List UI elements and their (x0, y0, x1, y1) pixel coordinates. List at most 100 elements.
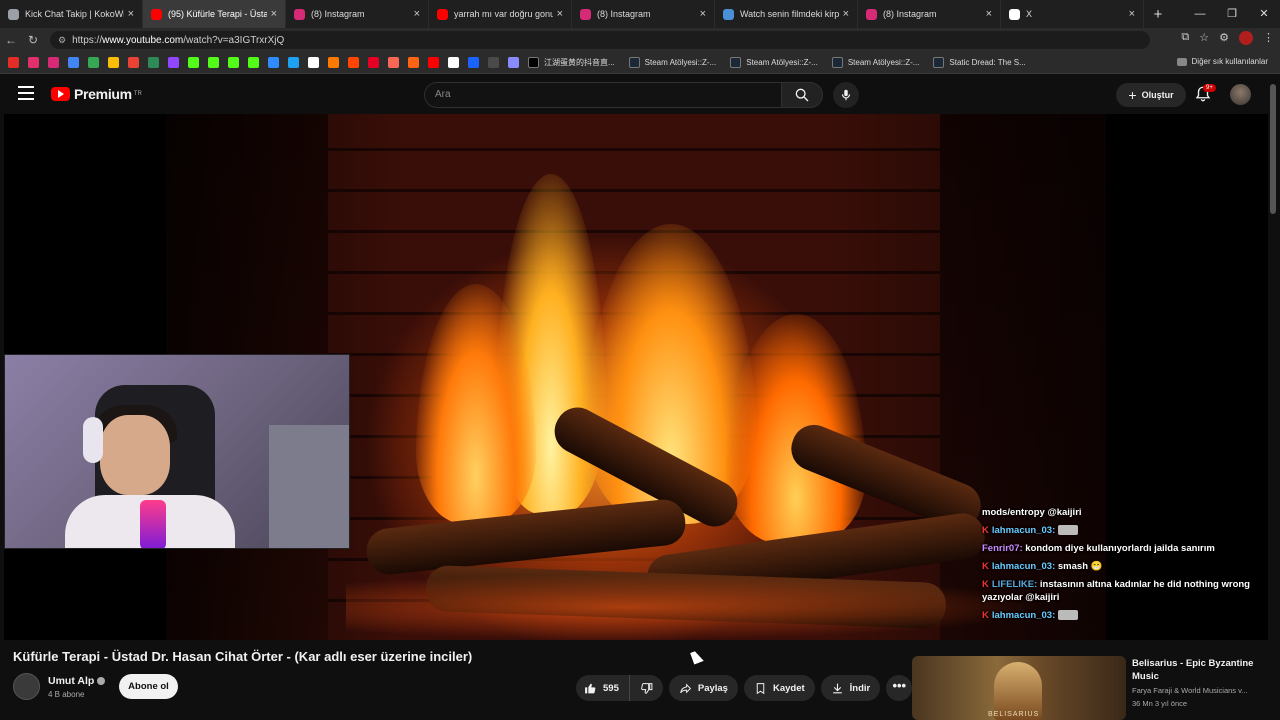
close-tab-icon[interactable]: × (557, 8, 563, 20)
bookmark-favicon-icon[interactable] (508, 57, 519, 68)
bookmark-favicon-icon[interactable] (488, 57, 499, 68)
menu-icon[interactable] (18, 86, 34, 100)
youtube-icon (437, 8, 448, 20)
bookmark-favicon-icon[interactable] (468, 57, 479, 68)
chat-user: Fenrir07: (982, 543, 1023, 554)
page-scrollbar[interactable] (1270, 84, 1276, 214)
tab-title: Kick Chat Takip | KokoWich (25, 9, 124, 19)
like-button[interactable]: 595 (576, 675, 630, 701)
bookmark-favicon-icon[interactable] (28, 57, 39, 68)
bookmark-favicon-icon[interactable] (8, 57, 19, 68)
browser-tab[interactable]: (95) Küfürle Terapi - Üstad × (143, 0, 286, 28)
bookmark-favicon-icon[interactable] (228, 57, 239, 68)
video-player[interactable]: mods/entropy @kaijiri Klahmacun_03: Fenr… (4, 114, 1268, 640)
dislike-button[interactable] (630, 675, 663, 701)
new-tab-button[interactable]: + (1144, 6, 1172, 23)
url-field[interactable]: ⚙ https://www.youtube.com/watch?v=a3IGTr… (50, 31, 1150, 49)
browser-tab[interactable]: (8) Instagram × (572, 0, 715, 28)
tab-title: yarrah mı var doğru gonuşüy (454, 9, 553, 19)
search-input[interactable]: Ara (424, 82, 781, 108)
menu-icon[interactable]: ⋮ (1263, 31, 1274, 48)
close-tab-icon[interactable]: × (843, 8, 849, 20)
stream-chat-overlay: mods/entropy @kaijiri Klahmacun_03: Fenr… (982, 506, 1268, 627)
kick-badge-icon: K (982, 525, 989, 536)
recommended-meta: 36 Mn 3 yıl önce (1132, 699, 1188, 708)
bookmark-favicon-icon[interactable] (168, 57, 179, 68)
verified-icon (97, 677, 106, 686)
thumbs-up-icon (585, 683, 596, 693)
bookmark-favicon-icon[interactable] (148, 57, 159, 68)
reload-button[interactable]: ↻ (22, 33, 44, 47)
chat-message: kondom diye kullanıyorlardı jailda sanır… (1025, 543, 1215, 554)
browser-tab[interactable]: (8) Instagram × (858, 0, 1001, 28)
close-tab-icon[interactable]: × (128, 8, 134, 20)
bookmark-item[interactable]: Steam Atölyesi::Z-... (730, 57, 818, 68)
browser-tab[interactable]: (8) Instagram × (286, 0, 429, 28)
other-bookmarks[interactable]: Diğer sık kullanılanlar (1176, 57, 1268, 66)
bookmark-favicon-icon[interactable] (48, 57, 59, 68)
bookmark-favicon-icon[interactable] (348, 57, 359, 68)
browser-tab[interactable]: yarrah mı var doğru gonuşüy × (429, 0, 572, 28)
bookmark-favicon-icon[interactable] (188, 57, 199, 68)
bookmark-favicon-icon (933, 57, 945, 68)
more-actions-button[interactable]: ••• (886, 675, 913, 701)
bookmark-favicon-icon[interactable] (128, 57, 139, 68)
bookmark-favicon-icon[interactable] (288, 57, 299, 68)
minimize-button[interactable]: — (1184, 0, 1216, 28)
browser-tab[interactable]: Kick Chat Takip | KokoWich × (0, 0, 143, 28)
download-button[interactable]: İndir (820, 675, 881, 701)
share-button[interactable]: Paylaş (668, 675, 738, 701)
close-tab-icon[interactable]: × (271, 8, 277, 20)
subscriber-count: 4 B abone (48, 690, 85, 699)
bookmark-favicon-icon[interactable] (448, 57, 459, 68)
close-tab-icon[interactable]: × (986, 8, 992, 20)
bookmark-favicon-icon[interactable] (208, 57, 219, 68)
close-tab-icon[interactable]: × (1129, 8, 1135, 20)
browser-tab[interactable]: Watch senin filmdeki kirpi sal × (715, 0, 858, 28)
channel-avatar[interactable] (13, 673, 40, 700)
bookmark-favicon-icon[interactable] (248, 57, 259, 68)
bookmark-item[interactable]: Steam Atölyesi::Z-... (628, 57, 716, 68)
back-button[interactable]: ← (0, 33, 22, 47)
youtube-logo[interactable]: Premium TR (51, 86, 142, 102)
close-tab-icon[interactable]: × (414, 8, 420, 20)
close-window-button[interactable]: ✕ (1248, 0, 1280, 28)
bookmark-item[interactable]: Static Dread: The S... (933, 57, 1026, 68)
recommended-thumbnail[interactable]: BELISARIUS (912, 656, 1126, 720)
bookmark-item[interactable]: 江湖蛋黄的抖音直... (528, 57, 615, 68)
search-button[interactable] (781, 82, 823, 108)
instagram-icon (294, 8, 305, 20)
browser-tab[interactable]: X × (1001, 0, 1144, 28)
extensions-icon[interactable]: ⧉ (1181, 31, 1189, 48)
profile-icon[interactable] (1239, 31, 1253, 48)
channel-name[interactable]: Umut Alp (48, 675, 106, 687)
bookmark-labels: 江湖蛋黄的抖音直... Steam Atölyesi::Z-... Steam At… (528, 57, 1040, 68)
video-title: Küfürle Terapi - Üstad Dr. Hasan Cihat Ö… (13, 649, 473, 664)
recommended-video[interactable]: BELISARIUS Belisarius - Epic Byzantine M… (912, 656, 1272, 720)
create-button[interactable]: + Oluştur (1116, 83, 1186, 107)
bookmark-item[interactable]: Steam Atölyesi::Z-... (831, 57, 919, 68)
close-tab-icon[interactable]: × (700, 8, 706, 20)
account-avatar[interactable] (1230, 84, 1251, 105)
bookmark-favicon-icon[interactable] (368, 57, 379, 68)
maximize-button[interactable]: ❐ (1216, 0, 1248, 28)
search-icon (795, 88, 809, 102)
other-bookmarks-label: Diğer sık kullanılanlar (1191, 57, 1268, 66)
bookmark-favicon-icon[interactable] (408, 57, 419, 68)
bookmark-favicon-icon[interactable] (68, 57, 79, 68)
bookmark-favicon-icon[interactable] (388, 57, 399, 68)
bookmark-favicon-icon[interactable] (308, 57, 319, 68)
save-button[interactable]: Kaydet (743, 675, 815, 701)
bookmark-favicon-icon[interactable] (328, 57, 339, 68)
recommended-title[interactable]: Belisarius - Epic Byzantine Music (1132, 657, 1267, 683)
subscribe-button[interactable]: Abone ol (119, 674, 178, 699)
settings-icon[interactable]: ⚙ (1219, 31, 1229, 48)
site-info-icon[interactable]: ⚙ (58, 35, 66, 46)
voice-search-button[interactable] (833, 82, 859, 108)
chat-emote-icon (1057, 525, 1078, 536)
bookmark-favicon-icon[interactable] (88, 57, 99, 68)
bookmark-favicon-icon[interactable] (108, 57, 119, 68)
bookmark-favicon-icon[interactable] (428, 57, 439, 68)
favorites-icon[interactable]: ☆ (1199, 31, 1209, 48)
bookmark-favicon-icon[interactable] (268, 57, 279, 68)
